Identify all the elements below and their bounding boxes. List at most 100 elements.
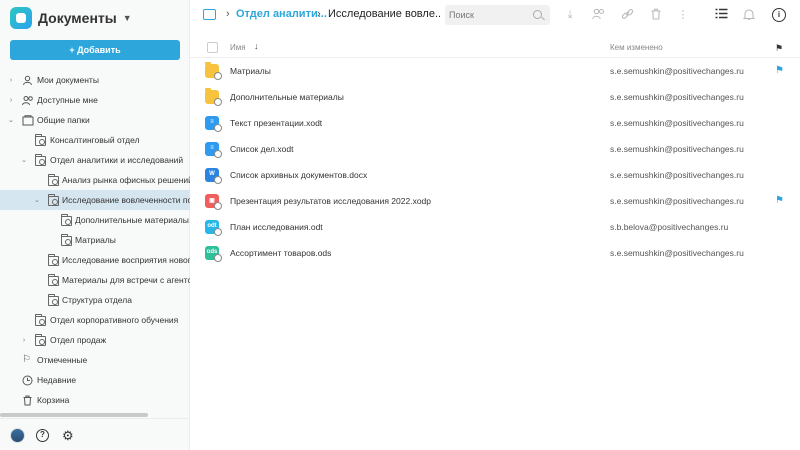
tree-item-folder[interactable]: Отдел корпоративного обучения	[0, 310, 190, 330]
chevron-right-icon[interactable]: ›	[7, 77, 15, 84]
flag-icon[interactable]: ⚑	[775, 65, 784, 76]
link-icon[interactable]	[620, 8, 634, 22]
file-name[interactable]: Дополнительные материалы	[230, 92, 344, 102]
column-header-modified-by[interactable]: Кем изменено	[610, 43, 663, 52]
tree-item-label: Общие папки	[37, 115, 90, 125]
flag-column-icon[interactable]: ⚑	[775, 43, 783, 54]
app-switcher[interactable]: Документы ▼	[10, 6, 132, 30]
breadcrumb-separator-icon: ›	[317, 8, 321, 20]
my-docs-icon	[22, 75, 33, 86]
shared-badge-icon	[214, 202, 222, 210]
table-row[interactable]: W Список архивных документов.docx s.e.se…	[190, 162, 800, 188]
sort-arrow-down-icon[interactable]: ↓	[254, 41, 259, 51]
table-row[interactable]: ▣ Презентация результатов исследования 2…	[190, 188, 800, 214]
modified-by: s.e.semushkin@positivechanges.ru	[610, 170, 744, 180]
file-name[interactable]: Матриалы	[230, 66, 271, 76]
chevron-down-icon: ▼	[122, 13, 132, 23]
tree-item-folder[interactable]: Структура отдела	[0, 290, 190, 310]
share-users-icon[interactable]	[591, 8, 605, 22]
tree-item-folder[interactable]: ⌄ Отдел аналитики и исследований	[0, 150, 190, 170]
shared-badge-icon	[214, 254, 222, 262]
breadcrumb-parent[interactable]: Отдел аналити...	[236, 8, 327, 20]
folder-tree-toggle-icon[interactable]	[203, 9, 216, 20]
sidebar-horizontal-scrollbar[interactable]	[0, 413, 148, 417]
chevron-down-icon[interactable]: ⌄	[33, 196, 41, 204]
modified-by: s.e.semushkin@positivechanges.ru	[610, 66, 744, 76]
add-button[interactable]: + Добавить	[10, 40, 180, 60]
tree-item-favorites[interactable]: ⚐ Отмеченные	[0, 350, 190, 370]
file-name[interactable]: Список архивных документов.docx	[230, 170, 367, 180]
tree-item-label: Исследование вовлеченности по	[62, 195, 190, 205]
tree-item-folder[interactable]: Консалтинговый отдел	[0, 130, 190, 150]
more-options-icon[interactable]: ⋮	[676, 8, 690, 22]
app-logo-icon	[10, 7, 32, 29]
tree-item-folder[interactable]: Анализ рынка офисных решений	[0, 170, 190, 190]
modified-by: s.e.semushkin@positivechanges.ru	[610, 118, 744, 128]
avatar[interactable]	[10, 428, 25, 443]
shared-badge-icon	[214, 72, 222, 80]
shared-folder-icon	[35, 334, 46, 346]
app-window: Документы ▼ + Добавить › Мои документы ›…	[0, 0, 800, 450]
tree-item-folder[interactable]: Матриалы	[0, 230, 190, 250]
shared-folder-icon	[61, 234, 72, 246]
modified-by: s.e.semushkin@positivechanges.ru	[610, 144, 744, 154]
table-row[interactable]: Дополнительные материалы s.e.semushkin@p…	[190, 84, 800, 110]
common-folders-icon	[22, 115, 34, 126]
file-name[interactable]: Ассортимент товаров.ods	[230, 248, 331, 258]
chevron-right-icon[interactable]: ›	[20, 337, 28, 344]
chevron-down-icon[interactable]: ⌄	[20, 156, 28, 164]
chevron-right-icon[interactable]: ›	[7, 97, 15, 104]
select-all-checkbox[interactable]	[207, 42, 218, 53]
modified-by: s.e.semushkin@positivechanges.ru	[610, 196, 744, 206]
tree-item-label: Материалы для встречи с агентст	[62, 275, 190, 285]
tree-item-folder[interactable]: Исследование восприятия нового	[0, 250, 190, 270]
table-header: Имя ↓ Кем изменено ⚑	[190, 38, 800, 58]
tree-item-label: Анализ рынка офисных решений	[62, 175, 190, 185]
info-icon[interactable]: i	[772, 8, 786, 22]
shared-badge-icon	[214, 98, 222, 106]
tree-item-label: Исследование восприятия нового	[62, 255, 190, 265]
table-row[interactable]: odt План исследования.odt s.b.belova@pos…	[190, 214, 800, 240]
shared-badge-icon	[214, 150, 222, 158]
flag-icon[interactable]: ⚑	[775, 195, 784, 206]
tree-item-common-folders[interactable]: ⌄ Общие папки	[0, 110, 190, 130]
search-icon[interactable]	[533, 10, 542, 19]
tree-item-trash[interactable]: Корзина	[0, 390, 190, 410]
column-header-name[interactable]: Имя	[230, 43, 246, 52]
sidebar-bottom-bar: ? ⚙	[0, 418, 190, 450]
tree-item-folder[interactable]: Материалы для встречи с агентст	[0, 270, 190, 290]
tree-item-recent[interactable]: Недавние	[0, 370, 190, 390]
tree-item-folder[interactable]: Дополнительные материалы	[0, 210, 190, 230]
modified-by: s.e.semushkin@positivechanges.ru	[610, 92, 744, 102]
file-name[interactable]: План исследования.odt	[230, 222, 323, 232]
file-name[interactable]: Презентация результатов исследования 202…	[230, 196, 431, 206]
table-row[interactable]: Матриалы s.e.semushkin@positivechanges.r…	[190, 58, 800, 84]
download-icon[interactable]: ⤓	[563, 8, 577, 22]
modified-by: s.e.semushkin@positivechanges.ru	[610, 248, 744, 258]
table-row[interactable]: ≡ Текст презентации.xodt s.e.semushkin@p…	[190, 110, 800, 136]
tree-item-shared-with-me[interactable]: › Доступные мне	[0, 90, 190, 110]
trash-icon	[22, 395, 33, 406]
tree-item-folder[interactable]: › Отдел продаж	[0, 330, 190, 350]
tree-item-label: Отмеченные	[37, 355, 88, 365]
trash-icon[interactable]	[649, 8, 663, 22]
shared-folder-icon	[48, 254, 59, 266]
help-icon[interactable]: ?	[36, 429, 49, 442]
breadcrumb-current: Исследование вовле...	[328, 8, 440, 20]
chevron-down-icon[interactable]: ⌄	[7, 116, 15, 124]
tree-item-label: Отдел продаж	[50, 335, 107, 345]
view-list-icon[interactable]	[714, 8, 728, 22]
table-row[interactable]: ods Ассортимент товаров.ods s.e.semushki…	[190, 240, 800, 266]
gear-icon[interactable]: ⚙	[62, 428, 74, 444]
file-name[interactable]: Список дел.xodt	[230, 144, 293, 154]
tree-item-label: Доступные мне	[37, 95, 98, 105]
modified-by: s.b.belova@positivechanges.ru	[610, 222, 729, 232]
table-row[interactable]: ≡ Список дел.xodt s.e.semushkin@positive…	[190, 136, 800, 162]
tree-item-my-documents[interactable]: › Мои документы	[0, 70, 190, 90]
shared-folder-icon	[48, 274, 59, 286]
bell-icon[interactable]	[742, 8, 756, 22]
shared-folder-icon	[61, 214, 72, 226]
tree-item-folder-selected[interactable]: ⌄ Исследование вовлеченности по	[0, 190, 190, 210]
file-name[interactable]: Текст презентации.xodt	[230, 118, 322, 128]
tree-item-label: Недавние	[37, 375, 77, 385]
